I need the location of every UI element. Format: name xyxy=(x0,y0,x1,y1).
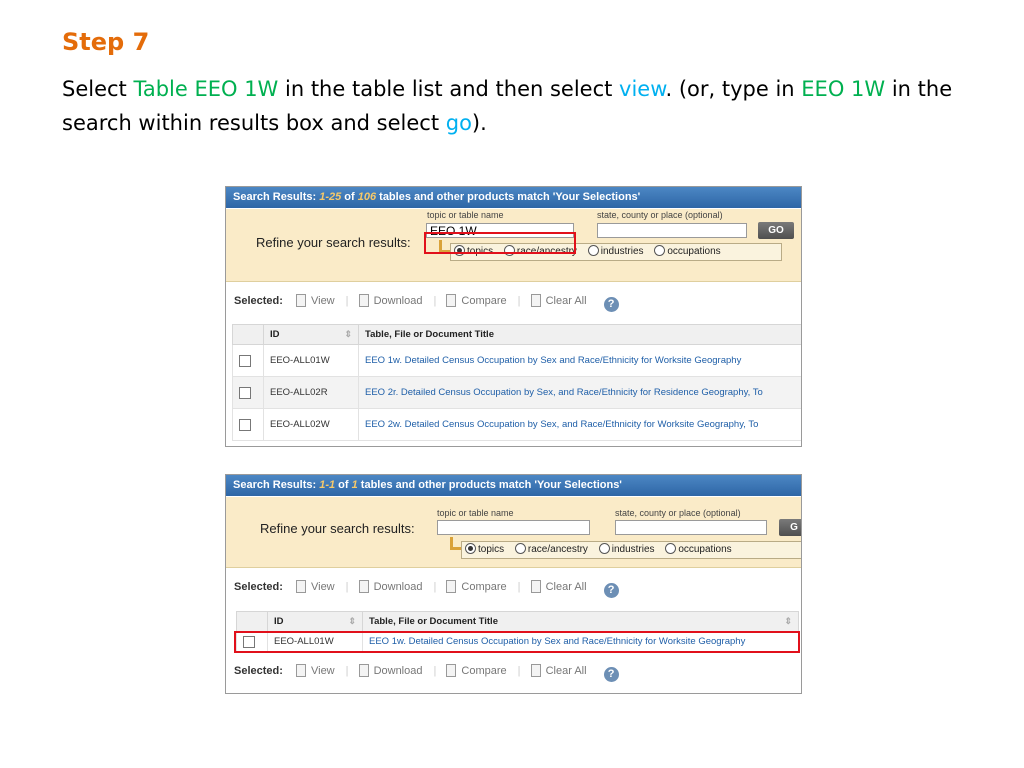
refine-label: Refine your search results: xyxy=(260,521,415,536)
help-icon[interactable]: ? xyxy=(603,667,619,682)
place-label: state, county or place (optional) xyxy=(615,508,741,518)
screenshot-search-results-2: Search Results: 1-1 of 1 tables and othe… xyxy=(225,474,802,694)
view-icon xyxy=(295,294,306,307)
row-id: EEO-ALL02R xyxy=(263,376,359,409)
view-icon xyxy=(295,664,306,677)
selection-toolbar: Selected: View | Download | Compare | Clear… xyxy=(226,575,801,599)
download-button[interactable]: Download xyxy=(358,664,422,677)
compare-button[interactable]: Compare xyxy=(446,580,507,593)
table-row: EEO-ALL02R EEO 2r. Detailed Census Occup… xyxy=(232,376,801,409)
selection-toolbar: Selected: View | Download | Compare | Clear… xyxy=(226,289,801,313)
clear-icon xyxy=(530,294,541,307)
radio-industries[interactable]: industries xyxy=(596,543,655,555)
selection-toolbar-bottom: Selected: View | Download | Compare | Clear… xyxy=(226,659,801,683)
refine-label: Refine your search results: xyxy=(256,235,411,250)
compare-button[interactable]: Compare xyxy=(446,664,507,677)
compare-icon xyxy=(446,294,457,307)
place-search-input[interactable] xyxy=(615,520,767,535)
radio-race-ancestry[interactable]: race/ancestry xyxy=(512,543,588,555)
instruction-text: Select Table EEO 1W in the table list an… xyxy=(62,77,953,135)
radio-topics[interactable]: topics xyxy=(462,543,504,555)
place-search-input[interactable] xyxy=(597,223,747,238)
go-button[interactable]: GO xyxy=(758,222,794,239)
topic-search-input[interactable] xyxy=(437,520,590,535)
radio-occupations[interactable]: occupations xyxy=(651,245,721,257)
radio-industries[interactable]: industries xyxy=(585,245,644,257)
sort-icon[interactable]: ⇕ xyxy=(348,616,356,627)
download-icon xyxy=(358,294,369,307)
sort-icon[interactable]: ⇕ xyxy=(344,329,352,340)
radio-occupations[interactable]: occupations xyxy=(662,543,732,555)
place-label: state, county or place (optional) xyxy=(597,210,723,220)
row-id: EEO-ALL01W xyxy=(263,344,359,377)
column-header-id[interactable]: ID ⇕ xyxy=(267,611,363,632)
download-button[interactable]: Download xyxy=(358,294,422,307)
checkbox-column-header xyxy=(236,611,268,632)
help-icon[interactable]: ? xyxy=(603,297,619,312)
download-button[interactable]: Download xyxy=(358,580,422,593)
row-id: EEO-ALL02W xyxy=(263,408,359,441)
clear-icon xyxy=(530,664,541,677)
checkbox-column-header xyxy=(232,324,264,345)
clear-all-button[interactable]: Clear All xyxy=(530,664,587,677)
row-checkbox[interactable] xyxy=(239,418,251,431)
topic-label: topic or table name xyxy=(427,210,504,220)
download-icon xyxy=(358,664,369,677)
sort-icon[interactable]: ⇕ xyxy=(784,616,792,627)
view-button[interactable]: View xyxy=(295,580,335,593)
download-icon xyxy=(358,580,369,593)
results-table: ID ⇕ Table, File or Document Title EEO-AL… xyxy=(232,324,801,441)
clear-all-button[interactable]: Clear All xyxy=(530,294,587,307)
highlight-result-row xyxy=(234,631,800,653)
clear-icon xyxy=(530,580,541,593)
column-header-id[interactable]: ID ⇕ xyxy=(263,324,359,345)
table-row: EEO-ALL02W EEO 2w. Detailed Census Occup… xyxy=(232,408,801,441)
row-title-link[interactable]: EEO 2r. Detailed Census Occupation by Se… xyxy=(358,376,801,409)
slide-title: Step 7 xyxy=(62,28,150,56)
topic-label: topic or table name xyxy=(437,508,514,518)
help-icon[interactable]: ? xyxy=(603,583,619,598)
refine-panel: Refine your search results: topic or tab… xyxy=(226,497,801,568)
results-header: Search Results: 1-1 of 1 tables and othe… xyxy=(226,475,801,496)
table-row: EEO-ALL01W EEO 1w. Detailed Census Occup… xyxy=(232,344,801,377)
view-button[interactable]: View xyxy=(295,294,335,307)
row-checkbox[interactable] xyxy=(239,354,251,367)
column-header-title[interactable]: Table, File or Document Title ⇕ xyxy=(362,611,799,632)
compare-icon xyxy=(446,664,457,677)
row-title-link[interactable]: EEO 1w. Detailed Census Occupation by Se… xyxy=(358,344,801,377)
row-checkbox[interactable] xyxy=(239,386,251,399)
compare-button[interactable]: Compare xyxy=(446,294,507,307)
category-radio-group: topics race/ancestry industries occupati… xyxy=(461,541,801,559)
screenshot-search-results-1: Search Results: 1-25 of 106 tables and o… xyxy=(225,186,802,447)
clear-all-button[interactable]: Clear All xyxy=(530,580,587,593)
results-header: Search Results: 1-25 of 106 tables and o… xyxy=(226,187,801,208)
view-icon xyxy=(295,580,306,593)
go-button[interactable]: G xyxy=(779,519,801,536)
view-button[interactable]: View xyxy=(295,664,335,677)
highlight-search-box xyxy=(424,232,576,254)
column-header-title[interactable]: Table, File or Document Title xyxy=(358,324,801,345)
compare-icon xyxy=(446,580,457,593)
row-title-link[interactable]: EEO 2w. Detailed Census Occupation by Se… xyxy=(358,408,801,441)
